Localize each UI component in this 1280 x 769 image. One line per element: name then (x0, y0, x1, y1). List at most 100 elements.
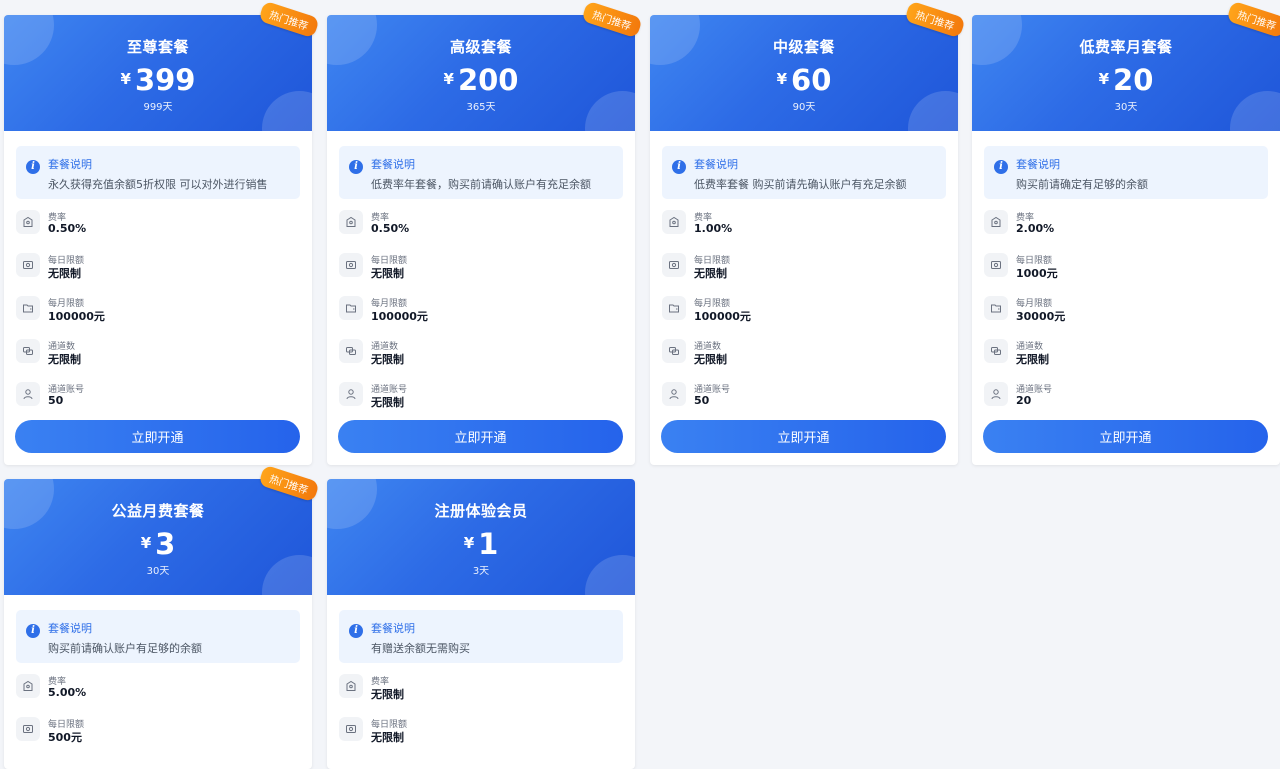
feature-channel-accounts: 通道账号 20 (984, 378, 1268, 421)
description-title: 套餐说明 (371, 158, 415, 171)
price-value: 3 (155, 527, 176, 561)
daily-icon (662, 253, 686, 277)
feature-rate: 费率 2.00% (984, 206, 1268, 249)
feature-channel-accounts: 通道账号 50 (16, 378, 300, 421)
plan-price: ¥1 (327, 527, 635, 560)
feature-value: 无限制 (1016, 353, 1049, 366)
plan-features: 费率 5.00% 每日限额 500元 (16, 670, 300, 756)
description-text: 有赠送余额无需购买 (371, 642, 470, 655)
feature-value: 无限制 (371, 267, 404, 280)
feature-channel-accounts: 通道账号 无限制 (339, 378, 623, 421)
feature-value: 20 (1016, 394, 1032, 407)
description-title: 套餐说明 (694, 158, 738, 171)
description-title: 套餐说明 (1016, 158, 1060, 171)
feature-daily-limit: 每日限额 无限制 (16, 249, 300, 292)
plan-header: 低费率月套餐 ¥20 30天 (972, 15, 1280, 131)
plan-header: 注册体验会员 ¥1 3天 (327, 479, 635, 595)
plan-features: 费率 2.00% 每日限额 1000元 每月限额 30000元 通道数 无限制 … (984, 206, 1268, 421)
info-icon: i (349, 624, 363, 638)
feature-value: 500元 (48, 731, 82, 744)
plan-header: 公益月费套餐 ¥3 30天 (4, 479, 312, 595)
plan-description-box: i 套餐说明 购买前请确定有足够的余额 (984, 146, 1268, 199)
feature-rate: 费率 1.00% (662, 206, 946, 249)
feature-daily-limit: 每日限额 无限制 (662, 249, 946, 292)
plan-header: 至尊套餐 ¥399 999天 (4, 15, 312, 131)
plan-duration: 999天 (143, 102, 173, 113)
daily-icon (16, 253, 40, 277)
feature-value: 无限制 (694, 267, 727, 280)
description-text: 低费率年套餐，购买前请确认账户有充足余额 (371, 178, 591, 191)
plan-card-low-rate-monthly: 热门推荐 低费率月套餐 ¥20 30天 i 套餐说明 购买前请确定有足够的余额 … (972, 0, 1280, 465)
price-value: 1 (478, 527, 499, 561)
plan-price: ¥399 (4, 63, 312, 96)
plan-price: ¥3 (4, 527, 312, 560)
daily-icon (984, 253, 1008, 277)
plan-features: 费率 0.50% 每日限额 无限制 每月限额 100000元 通道数 无限制 通… (339, 206, 623, 421)
plan-header: 中级套餐 ¥60 90天 (650, 15, 958, 131)
activate-button[interactable]: 立即开通 (661, 420, 946, 453)
plan-card-trial-member: 注册体验会员 ¥1 3天 i 套餐说明 有赠送余额无需购买 费率 无限制 每日限… (327, 479, 635, 769)
channels-icon (339, 339, 363, 363)
rate-icon (339, 210, 363, 234)
daily-icon (339, 717, 363, 741)
feature-value: 30000元 (1016, 310, 1066, 323)
plan-duration: 90天 (792, 102, 816, 113)
plan-features: 费率 无限制 每日限额 无限制 (339, 670, 623, 756)
plan-duration: 365天 (466, 102, 496, 113)
daily-icon (16, 717, 40, 741)
feature-rate: 费率 5.00% (16, 670, 300, 713)
currency-symbol: ¥ (463, 534, 475, 552)
activate-button[interactable]: 立即开通 (983, 420, 1268, 453)
feature-rate: 费率 0.50% (339, 206, 623, 249)
feature-value: 100000元 (371, 310, 428, 323)
currency-symbol: ¥ (443, 70, 454, 88)
feature-value: 无限制 (48, 267, 81, 280)
plan-name: 中级套餐 (772, 38, 835, 56)
monthly-icon (662, 296, 686, 320)
rate-icon (16, 210, 40, 234)
plan-price: ¥60 (650, 63, 958, 96)
feature-value: 2.00% (1016, 222, 1055, 235)
feature-daily-limit: 每日限额 500元 (16, 713, 300, 756)
channels-icon (662, 339, 686, 363)
currency-symbol: ¥ (140, 534, 152, 552)
feature-value: 1.00% (694, 222, 733, 235)
description-text: 低费率套餐 购买前请先确认账户有充足余额 (694, 178, 907, 191)
plan-duration: 30天 (146, 566, 170, 577)
plan-features: 费率 1.00% 每日限额 无限制 每月限额 100000元 通道数 无限制 通… (662, 206, 946, 421)
feature-value: 50 (48, 394, 64, 407)
activate-button[interactable]: 立即开通 (338, 420, 623, 453)
feature-value: 50 (694, 394, 710, 407)
info-icon: i (672, 160, 686, 174)
plan-features: 费率 0.50% 每日限额 无限制 每月限额 100000元 通道数 无限制 通… (16, 206, 300, 421)
feature-value: 1000元 (1016, 267, 1058, 280)
channels-icon (984, 339, 1008, 363)
plan-description-box: i 套餐说明 购买前请确认账户有足够的余额 (16, 610, 300, 663)
feature-value: 100000元 (48, 310, 105, 323)
feature-channels: 通道数 无限制 (984, 335, 1268, 378)
feature-value: 无限制 (371, 353, 404, 366)
monthly-icon (339, 296, 363, 320)
feature-rate: 费率 无限制 (339, 670, 623, 713)
feature-daily-limit: 每日限额 1000元 (984, 249, 1268, 292)
plan-description-box: i 套餐说明 低费率套餐 购买前请先确认账户有充足余额 (662, 146, 946, 199)
rate-icon (339, 674, 363, 698)
rate-icon (984, 210, 1008, 234)
description-text: 购买前请确认账户有足够的余额 (48, 642, 202, 655)
accounts-icon (339, 382, 363, 406)
plan-card-charity-monthly: 热门推荐 公益月费套餐 ¥3 30天 i 套餐说明 购买前请确认账户有足够的余额… (4, 464, 320, 769)
plan-price: ¥200 (327, 63, 635, 96)
feature-value: 无限制 (48, 353, 81, 366)
monthly-icon (16, 296, 40, 320)
plan-name: 至尊套餐 (126, 38, 189, 56)
feature-value: 无限制 (371, 731, 404, 744)
description-title: 套餐说明 (48, 158, 92, 171)
feature-monthly-limit: 每月限额 100000元 (339, 292, 623, 335)
plan-header: 高级套餐 ¥200 365天 (327, 15, 635, 131)
feature-value: 无限制 (371, 396, 404, 409)
feature-value: 无限制 (694, 353, 727, 366)
description-title: 套餐说明 (48, 622, 92, 635)
activate-button[interactable]: 立即开通 (15, 420, 300, 453)
daily-icon (339, 253, 363, 277)
plan-description-box: i 套餐说明 有赠送余额无需购买 (339, 610, 623, 663)
